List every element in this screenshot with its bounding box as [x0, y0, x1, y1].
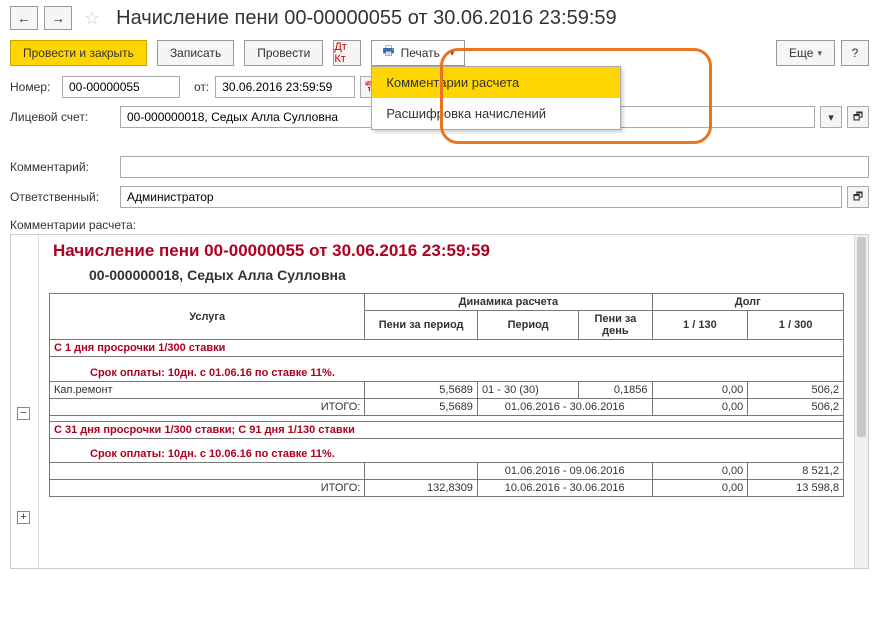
- comment-input[interactable]: [120, 156, 869, 178]
- menu-item-details[interactable]: Расшифровка начислений: [372, 98, 620, 129]
- from-label: от:: [194, 80, 209, 94]
- dt-kt-button[interactable]: Дт Кт: [333, 40, 361, 66]
- report-label: Комментарии расчета:: [10, 218, 869, 232]
- print-button[interactable]: 🖶 Печать ▾: [371, 40, 465, 66]
- table-row: Кап.ремонт 5,5689 01 - 30 (30) 0,1856 0,…: [50, 381, 844, 398]
- group2-header: С 31 дня просрочки 1/300 ставки; С 91 дн…: [50, 421, 844, 438]
- group2-term: Срок оплаты: 10дн. с 10.06.16 по ставке …: [50, 446, 844, 463]
- th-period: Период: [477, 311, 578, 340]
- page-title: Начисление пени 00-00000055 от 30.06.201…: [116, 7, 617, 30]
- report-title: Начисление пени 00-00000055 от 30.06.201…: [53, 241, 844, 261]
- group2-total-row: ИТОГО: 132,8309 10.06.2016 - 30.06.2016 …: [50, 480, 844, 497]
- comment-label: Комментарий:: [10, 160, 114, 174]
- favorite-icon[interactable]: ☆: [84, 8, 100, 29]
- account-open-button[interactable]: 🗗: [847, 106, 869, 128]
- account-label: Лицевой счет:: [10, 110, 114, 124]
- th-debt: Долг: [652, 294, 843, 311]
- print-dropdown: Комментарии расчета Расшифровка начислен…: [371, 66, 621, 130]
- responsible-input[interactable]: [120, 186, 842, 208]
- date-input[interactable]: [215, 76, 355, 98]
- tree-collapse-button[interactable]: −: [17, 407, 30, 420]
- report-subtitle: 00-000000018, Седых Алла Сулловна: [89, 267, 844, 283]
- menu-item-comments[interactable]: Комментарии расчета: [372, 67, 620, 98]
- responsible-label: Ответственный:: [10, 190, 114, 204]
- back-button[interactable]: ←: [10, 6, 38, 30]
- report-viewport: − + Начисление пени 00-00000055 от 30.06…: [10, 234, 869, 569]
- tree-expand-button[interactable]: +: [17, 511, 30, 524]
- chevron-down-icon: ▾: [450, 48, 455, 59]
- th-d130: 1 / 130: [652, 311, 748, 340]
- th-peni-period: Пени за период: [365, 311, 478, 340]
- chevron-down-icon: ▾: [817, 48, 822, 59]
- calculation-table: Услуга Динамика расчета Долг Пени за пер…: [49, 293, 844, 497]
- number-label: Номер:: [10, 80, 56, 94]
- vertical-scrollbar[interactable]: [854, 235, 868, 568]
- number-input[interactable]: [62, 76, 180, 98]
- group1-header: С 1 дня просрочки 1/300 ставки: [50, 340, 844, 357]
- th-dynamics: Динамика расчета: [365, 294, 652, 311]
- responsible-open-button[interactable]: 🗗: [847, 186, 869, 208]
- more-button[interactable]: Еще ▾: [776, 40, 835, 66]
- th-service: Услуга: [50, 294, 365, 340]
- table-row: 01.06.2016 - 09.06.2016 0,00 8 521,2: [50, 463, 844, 480]
- group1-total-row: ИТОГО: 5,5689 01.06.2016 - 30.06.2016 0,…: [50, 398, 844, 415]
- group1-term: Срок оплаты: 10дн. с 01.06.16 по ставке …: [50, 365, 844, 382]
- th-d300: 1 / 300: [748, 311, 844, 340]
- print-label: Печать: [401, 46, 440, 60]
- post-button[interactable]: Провести: [244, 40, 323, 66]
- save-button[interactable]: Записать: [157, 40, 234, 66]
- tree-gutter: − +: [11, 235, 39, 568]
- account-select-button[interactable]: ▾: [820, 106, 842, 128]
- th-peni-day: Пени за день: [579, 311, 652, 340]
- forward-button[interactable]: →: [44, 6, 72, 30]
- help-button[interactable]: ?: [841, 40, 869, 66]
- post-and-close-button[interactable]: Провести и закрыть: [10, 40, 147, 66]
- printer-icon: 🖶: [382, 42, 394, 64]
